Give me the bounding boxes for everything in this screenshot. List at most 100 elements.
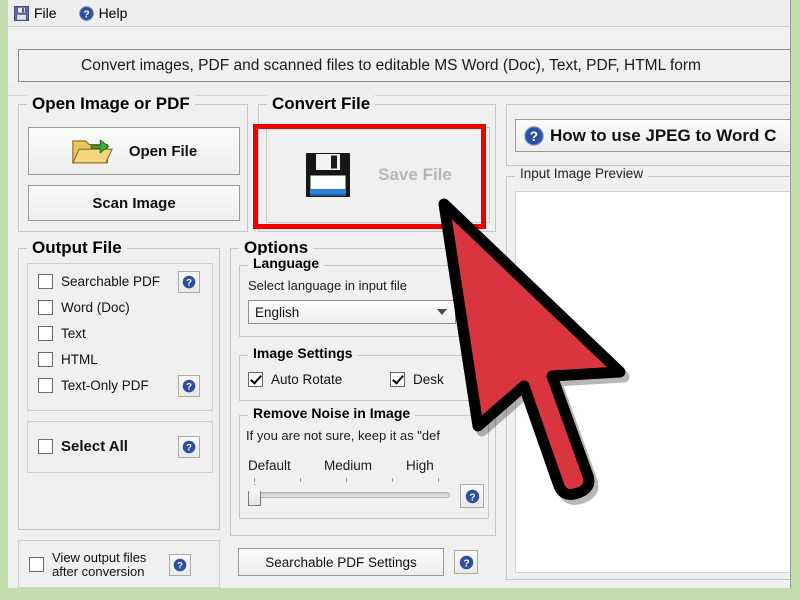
input-image-preview-group: Input Image Preview [506, 176, 791, 580]
svg-text:?: ? [463, 558, 469, 569]
slider-tick [438, 478, 439, 482]
checkbox-label: Text-Only PDF [61, 378, 149, 393]
menu-bar: File ? Help [8, 0, 790, 26]
slider-tick [392, 478, 393, 482]
save-file-label: Save File [378, 165, 452, 185]
language-select[interactable]: English [248, 300, 456, 324]
help-button-searchable-pdf-settings[interactable]: ? [454, 550, 478, 574]
svg-text:?: ? [186, 382, 192, 393]
language-group: Language Select language in input file E… [239, 265, 489, 337]
floppy-disk-icon [304, 151, 352, 199]
how-to-use-button[interactable]: ? How to use JPEG to Word C [515, 119, 791, 152]
checkbox-label: Text [61, 326, 86, 341]
checkbox-box[interactable] [38, 274, 53, 289]
checkbox-box[interactable] [390, 372, 405, 387]
slider-tick-label-high: High [406, 458, 434, 473]
help-button-view-output[interactable]: ? [169, 554, 191, 576]
scan-image-button[interactable]: Scan Image [28, 185, 240, 221]
output-format-list: Searchable PDF ? Word (Doc) Text [27, 263, 213, 411]
checkbox-box[interactable] [38, 326, 53, 341]
headline-banner-text: Convert images, PDF and scanned files to… [81, 57, 701, 75]
menu-item-file[interactable]: File [14, 5, 57, 21]
checkbox-label: Select All [61, 438, 128, 455]
slider-tick [254, 478, 255, 482]
svg-text:?: ? [83, 9, 89, 20]
convert-group-legend: Convert File [267, 94, 375, 114]
checkbox-box[interactable] [38, 300, 53, 315]
slider-tick-label-medium: Medium [324, 458, 372, 473]
checkbox-text-only-pdf[interactable]: Text-Only PDF [38, 378, 149, 393]
svg-text:?: ? [177, 561, 183, 572]
svg-text:?: ? [469, 492, 475, 503]
svg-text:?: ? [530, 129, 538, 144]
convert-file-group: Convert File Save File [258, 104, 496, 232]
language-select-value: English [255, 305, 299, 320]
checkbox-auto-rotate[interactable]: Auto Rotate [248, 372, 342, 387]
remove-noise-group: Remove Noise in Image If you are not sur… [239, 415, 489, 519]
language-hint: Select language in input file [248, 278, 407, 293]
screenshot-root: File ? Help Convert images, PDF and scan… [0, 0, 800, 600]
help-button-searchable-pdf[interactable]: ? [178, 271, 200, 293]
remove-noise-hint: If you are not sure, keep it as "def [246, 428, 440, 443]
checkbox-box[interactable] [38, 439, 53, 454]
checkbox-label: Auto Rotate [271, 372, 342, 387]
headline-banner: Convert images, PDF and scanned files to… [18, 49, 791, 82]
open-image-or-pdf-group: Open Image or PDF Open File Scan Image [18, 104, 248, 232]
scan-image-label: Scan Image [92, 195, 175, 212]
checkbox-word-doc[interactable]: Word (Doc) [38, 300, 130, 315]
searchable-pdf-settings-label: Searchable PDF Settings [265, 555, 417, 570]
checkbox-select-all[interactable]: Select All [38, 438, 128, 455]
banner-strip [8, 26, 790, 45]
checkbox-label: Desk [413, 372, 444, 387]
svg-text:?: ? [186, 443, 192, 454]
open-folder-icon [71, 135, 113, 167]
slider-tick [346, 478, 347, 482]
checkbox-label: Word (Doc) [61, 300, 130, 315]
image-settings-legend: Image Settings [248, 345, 358, 361]
checkbox-label: HTML [61, 352, 98, 367]
application-window: File ? Help Convert images, PDF and scan… [8, 0, 791, 588]
how-to-group: ? How to use JPEG to Word C [506, 104, 791, 166]
open-file-label: Open File [129, 143, 197, 160]
help-button-select-all[interactable]: ? [178, 436, 200, 458]
view-output-label-line2: after conversion [52, 564, 145, 579]
open-file-button[interactable]: Open File [28, 127, 240, 175]
options-group: Options Language Select language in inpu… [230, 248, 496, 536]
floppy-disk-icon [14, 6, 29, 21]
checkbox-text[interactable]: Text [38, 326, 86, 341]
output-file-group: Output File Searchable PDF ? Word (Doc) [18, 248, 220, 530]
input-image-preview-legend: Input Image Preview [515, 166, 648, 181]
view-output-label-line1: View output files [52, 550, 146, 565]
checkbox-view-output-files[interactable]: View output files after conversion [29, 551, 146, 579]
checkbox-searchable-pdf[interactable]: Searchable PDF [38, 274, 160, 289]
input-image-preview-canvas[interactable] [515, 191, 791, 573]
help-button-remove-noise[interactable]: ? [460, 484, 484, 508]
question-mark-icon: ? [524, 126, 544, 146]
output-group-legend: Output File [27, 238, 127, 258]
image-settings-group: Image Settings Auto Rotate Desk [239, 355, 489, 401]
checkbox-deskew[interactable]: Desk [390, 372, 444, 387]
svg-text:?: ? [186, 278, 192, 289]
menu-item-help[interactable]: ? Help [79, 5, 128, 21]
checkbox-box[interactable] [38, 378, 53, 393]
view-output-files-container: View output files after conversion ? [18, 540, 220, 588]
searchable-pdf-settings-button[interactable]: Searchable PDF Settings [238, 548, 444, 576]
help-button-text-only-pdf[interactable]: ? [178, 375, 200, 397]
remove-noise-legend: Remove Noise in Image [248, 405, 415, 421]
chevron-down-icon [437, 309, 447, 315]
checkbox-label: Searchable PDF [61, 274, 160, 289]
menu-item-file-label: File [34, 5, 57, 21]
noise-slider-track[interactable] [250, 492, 450, 498]
save-file-button[interactable]: Save File [266, 127, 490, 223]
checkbox-box[interactable] [38, 352, 53, 367]
question-mark-icon: ? [79, 6, 94, 21]
checkbox-box[interactable] [248, 372, 263, 387]
slider-tick-label-default: Default [248, 458, 291, 473]
slider-tick [300, 478, 301, 482]
noise-slider-thumb[interactable] [248, 484, 261, 506]
checkbox-box[interactable] [29, 557, 44, 572]
how-to-use-label: How to use JPEG to Word C [550, 126, 776, 146]
open-group-legend: Open Image or PDF [27, 94, 195, 114]
checkbox-html[interactable]: HTML [38, 352, 98, 367]
select-all-container: Select All ? [27, 421, 213, 473]
